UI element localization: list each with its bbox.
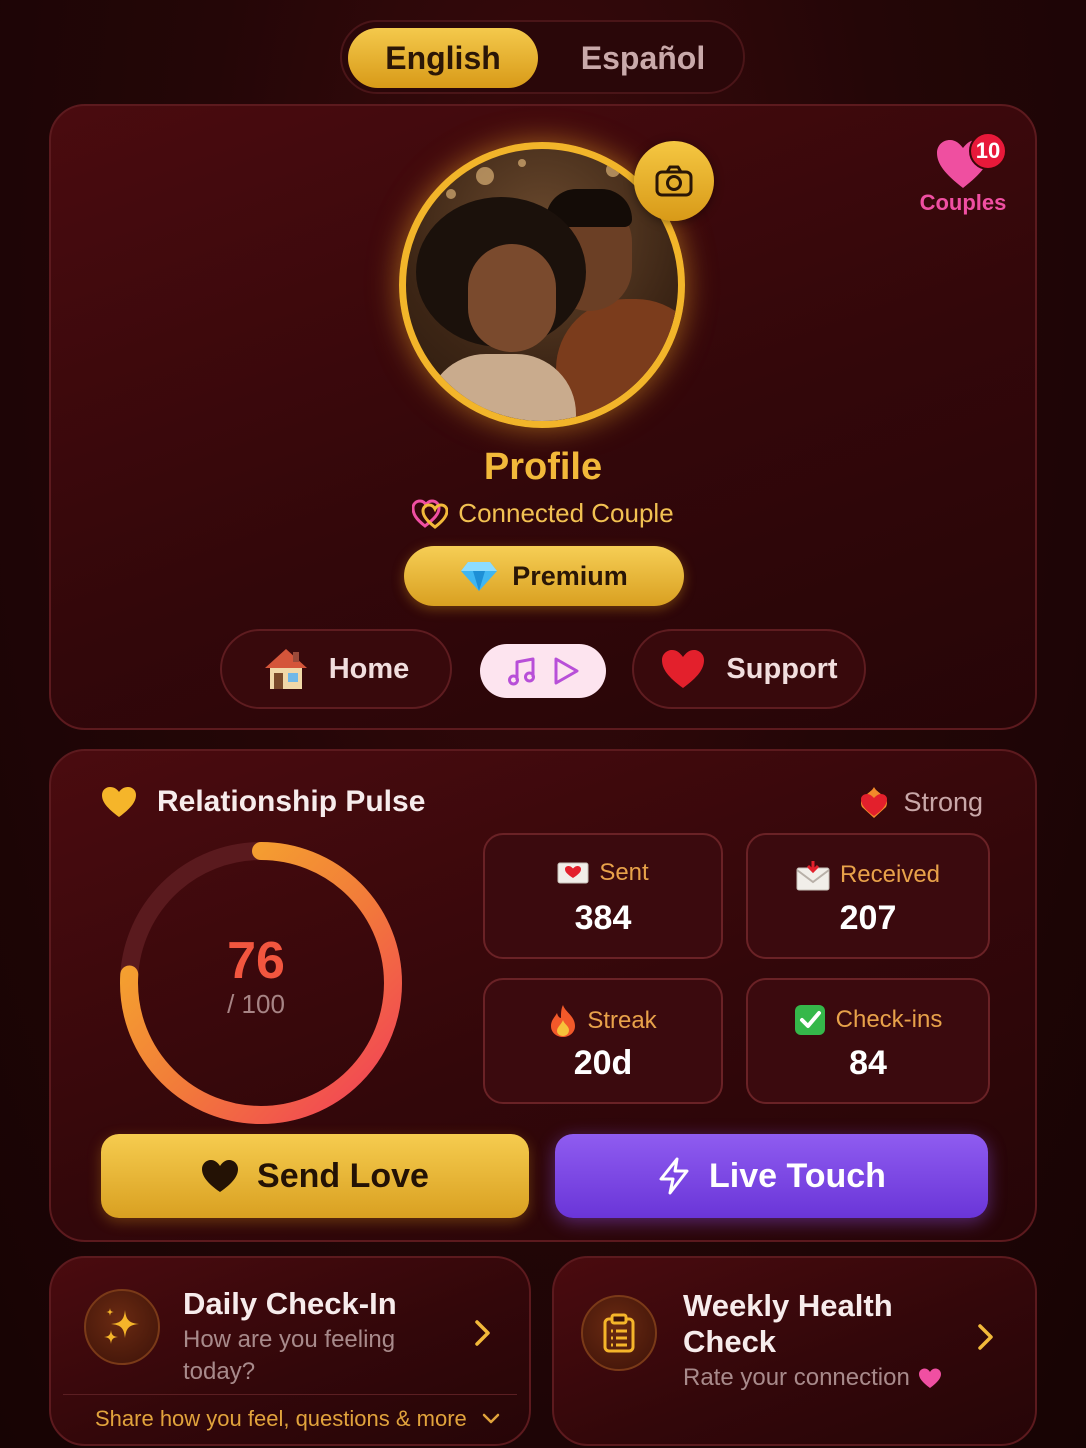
stat-streak: Streak 20d [483,978,723,1104]
stat-check-ins-label: Check-ins [835,1006,943,1033]
heart-on-fire-icon [861,787,888,818]
pink-heart-icon [918,1368,941,1388]
pulse-score-value: 76 [227,932,285,990]
weekly-health-check-card[interactable]: Weekly Health Check Rate your connection [552,1256,1037,1446]
support-label: Support [726,652,838,685]
weekly-health-subtitle: Rate your connection [683,1362,942,1394]
pulse-strength-label: Strong [903,786,983,817]
home-button[interactable]: Home [220,629,452,709]
pulse-header: Relationship Pulse [101,785,425,819]
camera-icon [655,165,693,197]
home-label: Home [328,652,410,685]
live-touch-button[interactable]: Live Touch [555,1134,988,1218]
profile-card: 10 Couples Profile Connected Couple Prem… [49,104,1037,730]
send-love-button[interactable]: Send Love [101,1134,529,1218]
clipboard-icon [603,1313,635,1353]
yellow-heart-icon [102,787,136,817]
stat-check-ins: Check-ins 84 [746,978,990,1104]
share-feelings-label: Share how you feel, questions & more [95,1406,467,1431]
stat-received-label: Received [839,861,941,888]
stat-sent-value: 384 [574,899,632,937]
heart-icon [202,1160,239,1192]
love-letter-icon [557,862,589,884]
music-player-button[interactable] [480,644,606,698]
support-button[interactable]: Support [632,629,866,709]
music-note-icon [508,657,535,686]
gem-icon [461,562,498,591]
daily-check-in-icon-circle [84,1289,160,1365]
couples-count-badge: 10 [969,132,1007,170]
play-icon [554,657,579,685]
check-mark-icon [794,1005,825,1035]
live-touch-label: Live Touch [709,1156,886,1195]
stat-streak-value: 20d [573,1044,633,1082]
pulse-score-max: / 100 [227,989,285,1019]
daily-check-in-subtitle-line1: How are you feeling [183,1326,396,1353]
red-heart-icon [662,650,705,688]
stat-streak-label: Streak [587,1007,657,1034]
chevron-right-icon [475,1320,490,1346]
stat-sent-label: Sent [599,859,649,886]
premium-badge[interactable]: Premium [404,546,684,606]
daily-check-in-subtitle-line2: today? [183,1358,256,1385]
premium-label: Premium [512,560,628,591]
share-feelings-expander[interactable]: Share how you feel, questions & more [95,1406,501,1432]
daily-check-in-title: Daily Check-In [183,1286,397,1321]
language-toggle: English Español [340,20,745,94]
house-icon [264,649,307,689]
daily-check-in-card[interactable]: Daily Check-In How are you feeling today… [49,1256,531,1446]
couples-label: Couples [919,190,1007,215]
chevron-right-icon [978,1324,993,1350]
language-english-option[interactable]: English [348,28,538,88]
send-love-label: Send Love [257,1156,429,1195]
pulse-strength: Strong [857,785,983,819]
stat-received-value: 207 [839,899,897,937]
divider [63,1394,517,1395]
weekly-health-subtitle-text: Rate your connection [683,1364,910,1391]
weekly-health-title-line2: Check [683,1324,777,1359]
relationship-pulse-card: Relationship Pulse Strong 76 / 100 Sent [49,749,1037,1242]
stat-received: Received 207 [746,833,990,959]
inbox-envelope-icon [796,861,830,891]
chevron-down-icon [482,1413,500,1424]
connection-status-label: Connected Couple [458,498,674,528]
connection-status: Connected Couple [51,498,1035,529]
change-photo-button[interactable] [634,141,714,221]
stat-sent: Sent 384 [483,833,723,959]
page-title: Profile [483,446,603,488]
fire-icon [551,1005,576,1037]
sparkles-icon [104,1308,139,1344]
language-spanish-option[interactable]: Español [548,28,738,88]
linked-hearts-icon [412,498,449,529]
weekly-health-icon-circle [581,1295,657,1371]
pulse-title: Relationship Pulse [157,785,426,818]
stat-check-ins-value: 84 [849,1044,887,1082]
couples-button[interactable]: 10 Couples [913,128,1013,228]
weekly-health-title-line1: Weekly Health [683,1288,893,1323]
lightning-icon [659,1157,689,1195]
